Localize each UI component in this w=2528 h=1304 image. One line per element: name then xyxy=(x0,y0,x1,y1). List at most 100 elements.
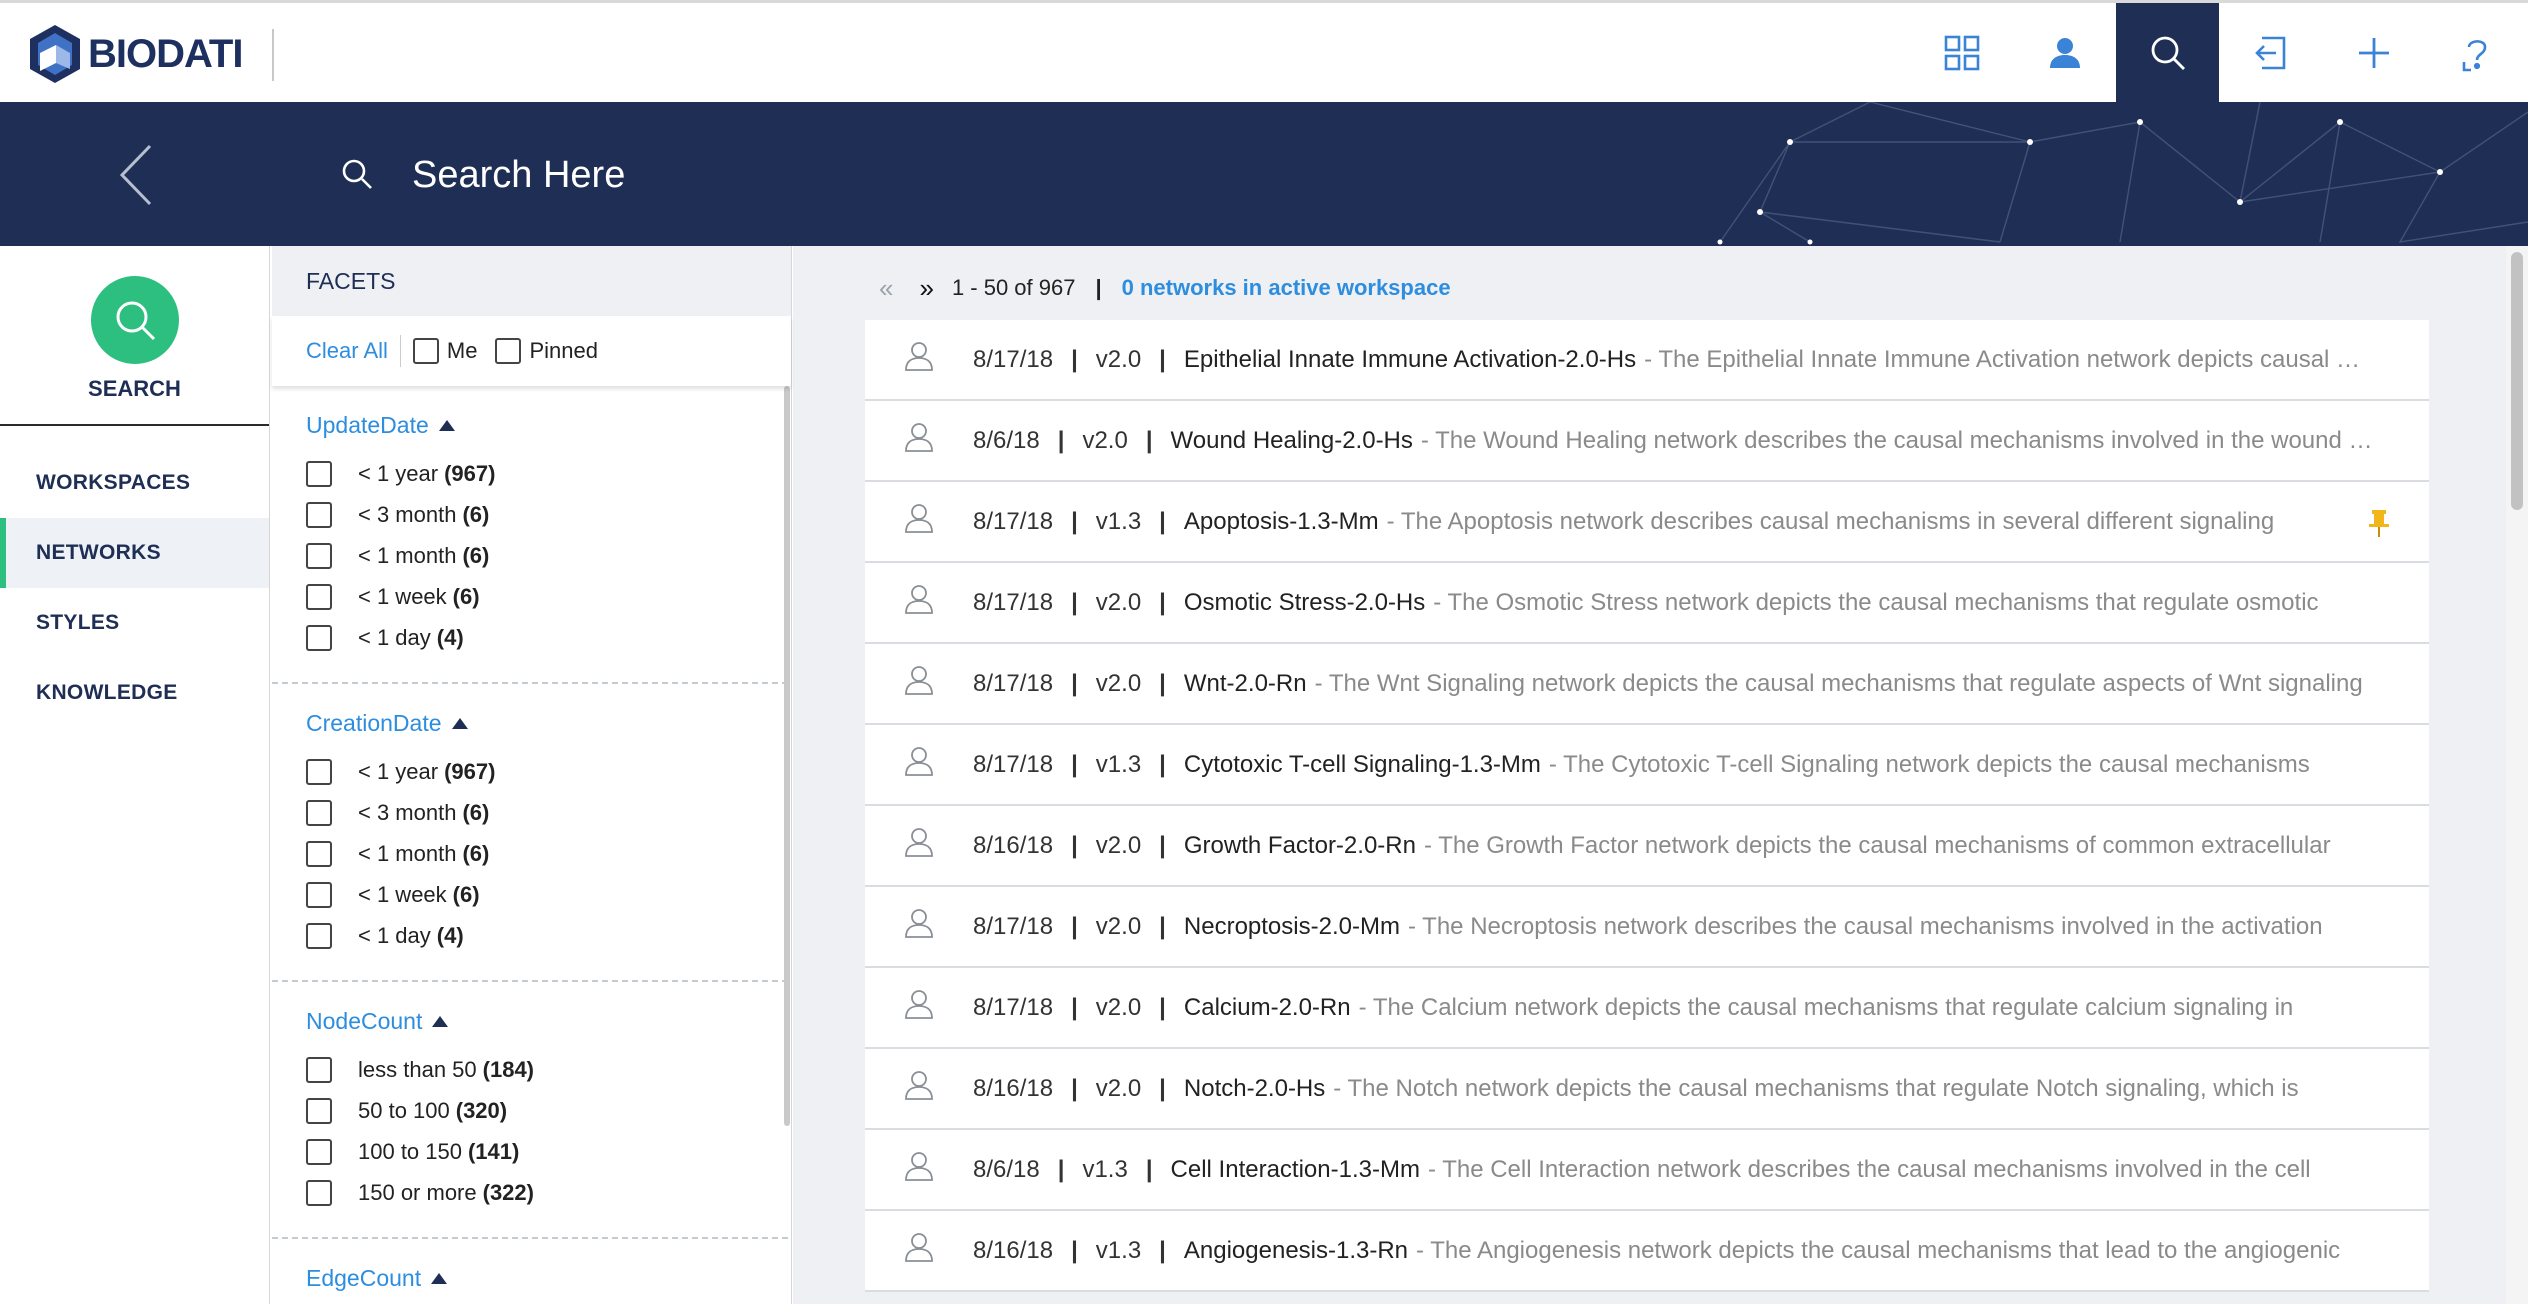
help-icon xyxy=(2462,39,2486,71)
facet-checkbox[interactable] xyxy=(306,922,332,949)
search-input[interactable] xyxy=(412,142,1412,208)
network-title[interactable]: Apoptosis-1.3-Mm xyxy=(1184,508,1379,536)
back-button[interactable] xyxy=(112,140,162,215)
me-filter[interactable]: Me xyxy=(412,338,477,364)
user-icon xyxy=(902,501,936,542)
network-title[interactable]: Angiogenesis-1.3-Rn xyxy=(1184,1237,1408,1265)
facet-group-update-date: UpdateDate < 1 year (967) < 3 month (6) < … xyxy=(272,386,788,684)
pin-icon[interactable] xyxy=(2367,508,2391,545)
field-separator: | xyxy=(1159,1074,1166,1102)
facet-title-creation-date[interactable]: CreationDate xyxy=(306,710,788,737)
prev-page-button[interactable]: « xyxy=(879,273,893,304)
network-title[interactable]: Necroptosis-2.0-Mm xyxy=(1184,913,1400,941)
owner-icon-wrap xyxy=(865,987,973,1028)
facet-checkbox[interactable] xyxy=(306,542,332,569)
facet-checkbox[interactable] xyxy=(306,624,332,651)
network-title[interactable]: Wnt-2.0-Rn xyxy=(1184,670,1307,698)
facet-option[interactable]: < 1 day (4) xyxy=(306,617,788,658)
network-title[interactable]: Growth Factor-2.0-Rn xyxy=(1184,832,1416,860)
add-button[interactable] xyxy=(2322,3,2425,102)
facet-checkbox[interactable] xyxy=(306,1179,332,1206)
facet-option[interactable]: 100 to 150 (141) xyxy=(306,1131,788,1172)
active-workspace-link[interactable]: 0 networks in active workspace xyxy=(1122,275,1451,301)
network-row[interactable]: 8/17/18 | v2.0 | Necroptosis-2.0-Mm - The Nec… xyxy=(865,887,2429,968)
apps-button[interactable] xyxy=(1910,3,2013,102)
facet-option[interactable]: < 1 day (4) xyxy=(306,915,788,956)
facet-option[interactable]: < 3 month (6) xyxy=(306,792,788,833)
facet-option[interactable]: < 1 week (6) xyxy=(306,576,788,617)
owner-icon-wrap xyxy=(865,1068,973,1109)
network-title[interactable]: Osmotic Stress-2.0-Hs xyxy=(1184,589,1425,617)
facet-checkbox[interactable] xyxy=(306,799,332,826)
network-title[interactable]: Calcium-2.0-Rn xyxy=(1184,994,1351,1022)
nav-item-styles[interactable]: STYLES xyxy=(0,588,269,658)
facet-option-label: 50 to 100 xyxy=(358,1097,450,1123)
facet-option-label: 150 or more xyxy=(358,1179,477,1205)
facet-option[interactable]: 150 or more (322) xyxy=(306,1172,788,1213)
caret-up-icon xyxy=(451,718,468,729)
facet-checkbox[interactable] xyxy=(306,840,332,867)
owner-icon-wrap xyxy=(865,1149,973,1190)
facet-checkbox[interactable] xyxy=(306,1097,332,1124)
facet-checkbox[interactable] xyxy=(306,501,332,528)
network-row[interactable]: 8/17/18 | v2.0 | Osmotic Stress-2.0-Hs - The … xyxy=(865,563,2429,644)
pinned-checkbox[interactable] xyxy=(495,338,522,364)
network-title[interactable]: Notch-2.0-Hs xyxy=(1184,1075,1325,1103)
facet-option[interactable]: < 1 month (6) xyxy=(306,535,788,576)
facet-title-update-date[interactable]: UpdateDate xyxy=(306,412,788,439)
network-title[interactable]: Wound Healing-2.0-Hs xyxy=(1171,427,1413,455)
scrollbar-thumb[interactable] xyxy=(2511,252,2523,510)
results-scrollbar[interactable] xyxy=(2506,246,2528,1304)
network-row[interactable]: 8/17/18 | v2.0 | Epithelial Innate Immune Ac… xyxy=(865,320,2429,401)
network-row[interactable]: 8/16/18 | v1.3 | Angiogenesis-1.3-Rn - The An… xyxy=(865,1211,2429,1292)
next-page-button[interactable]: » xyxy=(919,273,933,304)
facet-checkbox[interactable] xyxy=(306,583,332,610)
biodati-logo[interactable]: BIODATI xyxy=(26,23,243,85)
network-row[interactable]: 8/6/18 | v2.0 | Wound Healing-2.0-Hs - The Wo… xyxy=(865,401,2429,482)
clear-all-link[interactable]: Clear All xyxy=(306,338,388,364)
facet-option[interactable]: < 3 month (6) xyxy=(306,494,788,535)
nav-item-knowledge[interactable]: KNOWLEDGE xyxy=(0,658,269,728)
facet-option[interactable]: < 1 week (6) xyxy=(306,874,788,915)
facet-option[interactable]: < 1 year (967) xyxy=(306,751,788,792)
network-row[interactable]: 8/17/18 | v1.3 | Cytotoxic T-cell Signaling-… xyxy=(865,725,2429,806)
network-row[interactable]: 8/6/18 | v1.3 | Cell Interaction-1.3-Mm - The… xyxy=(865,1130,2429,1211)
network-row[interactable]: 8/17/18 | v2.0 | Calcium-2.0-Rn - The Calcium… xyxy=(865,968,2429,1049)
biodati-logo-icon xyxy=(30,25,80,83)
network-title[interactable]: Cytotoxic T-cell Signaling-1.3-Mm xyxy=(1184,751,1541,779)
facet-checkbox[interactable] xyxy=(306,1138,332,1165)
search-nav-button[interactable] xyxy=(2116,3,2219,102)
nav-item-networks[interactable]: NETWORKS xyxy=(0,518,269,588)
network-row[interactable]: 8/17/18 | v2.0 | Wnt-2.0-Rn - The Wnt Signali… xyxy=(865,644,2429,725)
facet-checkbox[interactable] xyxy=(306,758,332,785)
facet-option[interactable]: less than 50 (184) xyxy=(306,1049,788,1090)
facet-title-node-count[interactable]: NodeCount xyxy=(306,1008,788,1035)
facet-scroll-area[interactable]: UpdateDate < 1 year (967) < 3 month (6) < … xyxy=(272,386,792,1304)
facet-option[interactable]: < 1 month (6) xyxy=(306,833,788,874)
network-version: v2.0 xyxy=(1095,588,1142,616)
user-icon xyxy=(902,825,936,866)
field-separator: | xyxy=(1057,1155,1065,1183)
nav-item-workspaces[interactable]: WORKSPACES xyxy=(0,448,269,518)
facet-title-edge-count[interactable]: EdgeCount xyxy=(306,1265,788,1292)
search-mode-button[interactable]: SEARCH xyxy=(0,246,269,426)
facet-scrollbar[interactable] xyxy=(784,386,790,1126)
import-icon xyxy=(2254,36,2285,69)
import-button[interactable] xyxy=(2219,3,2322,102)
network-row[interactable]: 8/16/18 | v2.0 | Notch-2.0-Hs - The Notch net… xyxy=(865,1049,2429,1130)
network-row[interactable]: 8/16/18 | v2.0 | Growth Factor-2.0-Rn - The G… xyxy=(865,806,2429,887)
me-checkbox[interactable] xyxy=(412,338,439,364)
facet-option[interactable]: 50 to 100 (320) xyxy=(306,1090,788,1131)
pinned-filter[interactable]: Pinned xyxy=(495,338,598,364)
profile-button[interactable] xyxy=(2013,3,2116,102)
help-button[interactable] xyxy=(2425,3,2528,102)
network-description: - The Calcium network depicts the causal… xyxy=(1358,993,2294,1021)
facet-checkbox[interactable] xyxy=(306,881,332,908)
network-title[interactable]: Epithelial Innate Immune Activation-2.0-… xyxy=(1184,346,1636,374)
network-version: v2.0 xyxy=(1095,912,1142,940)
network-title[interactable]: Cell Interaction-1.3-Mm xyxy=(1171,1156,1420,1184)
facet-option[interactable]: < 1 year (967) xyxy=(306,453,788,494)
facet-checkbox[interactable] xyxy=(306,460,332,487)
facet-checkbox[interactable] xyxy=(306,1056,332,1083)
network-row[interactable]: 8/17/18 | v1.3 | Apoptosis-1.3-Mm - The Apopt… xyxy=(865,482,2429,563)
